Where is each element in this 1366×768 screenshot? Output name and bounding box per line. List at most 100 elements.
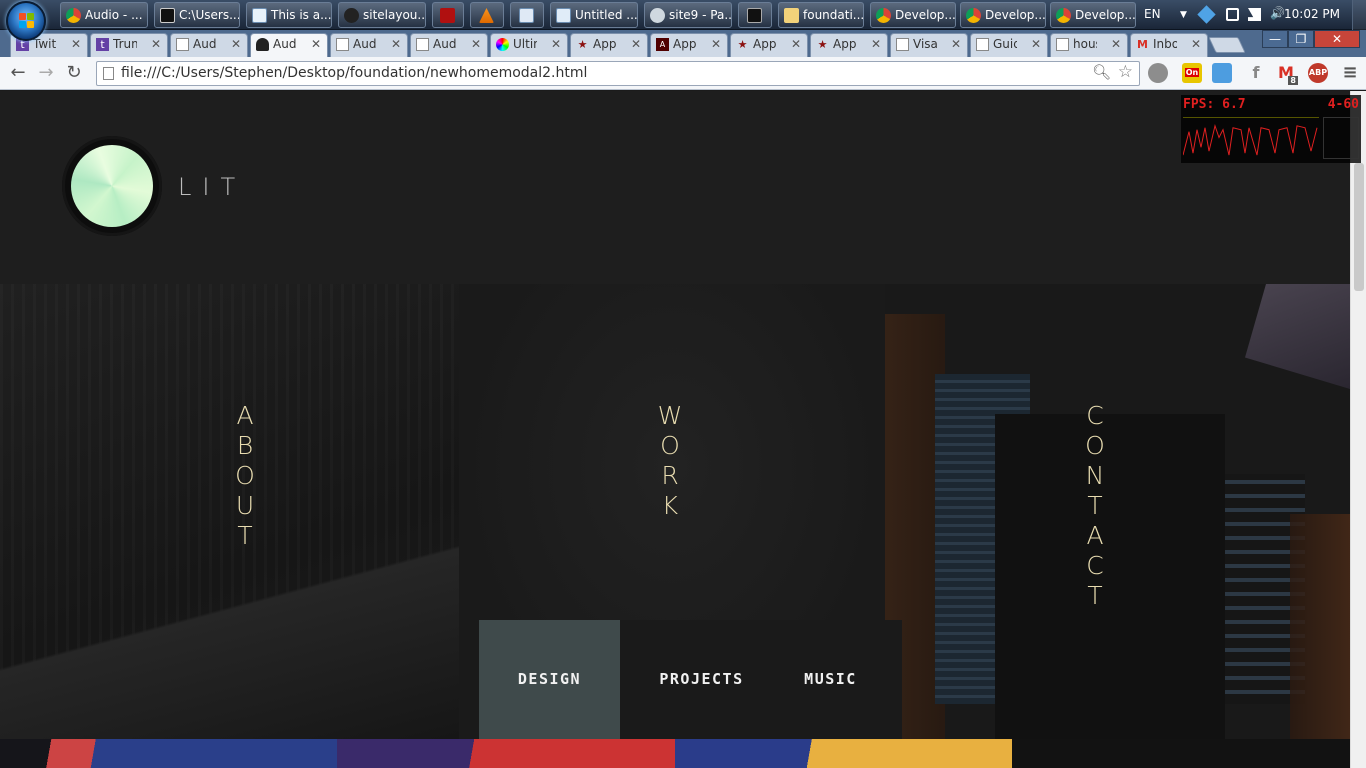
bookmark-star-icon[interactable]: ☆ (1118, 62, 1133, 82)
taskbar-item-filezilla[interactable] (432, 2, 464, 28)
close-tab-icon[interactable]: ✕ (311, 34, 321, 55)
nav-contact[interactable]: CONTACT (1080, 401, 1110, 611)
url-text[interactable]: file:///C:/Users/Stephen/Desktop/foundat… (121, 65, 587, 81)
taskbar-item-chrome-audio[interactable]: Audio - ... (60, 2, 148, 28)
fps-meter: FPS: 6.7 4-60 (1181, 95, 1361, 163)
tab-visa[interactable]: Visa ✕ (890, 33, 968, 57)
page-scrollbar[interactable] (1350, 91, 1366, 768)
page-icon (976, 38, 989, 51)
gallery-tile[interactable] (0, 739, 337, 768)
taskbar-item-devtools-1[interactable]: Develop... (870, 2, 956, 28)
tab-apply-2[interactable]: AAppl✕ (650, 33, 728, 57)
star-on-extension-icon[interactable]: On (1182, 63, 1202, 83)
taskbar-item-devtools-2[interactable]: Develop... (960, 2, 1046, 28)
tab-audio-active[interactable]: Audi✕ (250, 33, 328, 57)
start-button[interactable] (6, 1, 46, 41)
tab-audio-1[interactable]: Audi✕ (170, 33, 248, 57)
taskbar-item-folder[interactable]: foundati... (778, 2, 864, 28)
facebook-icon[interactable]: f (1246, 63, 1266, 83)
taskbar-item-vlc[interactable] (470, 2, 504, 28)
tab-ultimate[interactable]: Ultim✕ (490, 33, 568, 57)
new-tab-button[interactable] (1208, 37, 1246, 53)
close-tab-icon[interactable]: ✕ (951, 34, 961, 55)
restore-button[interactable]: ❐ (1288, 30, 1314, 48)
reload-icon[interactable]: ↻ (62, 61, 86, 85)
taskbar-item-cmd[interactable]: C:\Users... (154, 2, 240, 28)
close-tab-icon[interactable]: ✕ (1111, 34, 1121, 55)
zoom-icon[interactable]: 🔍︎ (1092, 63, 1111, 81)
back-icon[interactable]: ← (6, 61, 30, 85)
volume-icon[interactable]: 🔊 (1270, 6, 1285, 20)
subnav-music[interactable]: MUSIC (783, 620, 878, 739)
tab-twitch-2[interactable]: tTrum✕ (90, 33, 168, 57)
tab-house[interactable]: hous✕ (1050, 33, 1128, 57)
cmd-icon (160, 8, 175, 23)
subnav-projects[interactable]: PROJECTS (620, 620, 783, 739)
nav-work[interactable]: WORK (655, 401, 685, 521)
chrome-menu-icon[interactable]: ≡ (1340, 63, 1360, 83)
close-tab-icon[interactable]: ✕ (151, 34, 161, 55)
page-icon (1056, 38, 1069, 51)
taskbar-item-devtools-3[interactable]: Develop... (1050, 2, 1136, 28)
taskbar-item-inkscape[interactable]: sitelayou... (338, 2, 426, 28)
fps-graph (1183, 117, 1319, 156)
nav-about[interactable]: ABOUT (230, 401, 260, 551)
tray-expand-icon[interactable]: ▼ (1180, 10, 1193, 23)
close-tab-icon[interactable]: ✕ (871, 34, 881, 55)
close-window-button[interactable]: ✕ (1314, 30, 1360, 48)
star-icon: ★ (737, 38, 748, 51)
taskbar-item-console[interactable] (738, 2, 772, 28)
globe-extension-icon[interactable] (1148, 63, 1168, 83)
windows-logo-icon (19, 13, 35, 29)
usb-device-icon[interactable] (1226, 8, 1239, 21)
work-subnav: DESIGN PROJECTS MUSIC (479, 620, 902, 739)
close-tab-icon[interactable]: ✕ (231, 34, 241, 55)
tab-guide[interactable]: Guid✕ (970, 33, 1048, 57)
logo-orb-icon (71, 145, 153, 227)
clock[interactable]: 10:02 PM (1284, 7, 1340, 21)
chrome-icon (876, 8, 891, 23)
language-indicator[interactable]: EN (1144, 7, 1161, 21)
site-name[interactable]: LIT (178, 173, 246, 201)
minimize-button[interactable]: — (1262, 30, 1288, 48)
gallery-tile[interactable] (675, 739, 1012, 768)
tab-apply-4[interactable]: ★Appl✕ (810, 33, 888, 57)
tab-apply-1[interactable]: ★Appl✕ (570, 33, 648, 57)
close-tab-icon[interactable]: ✕ (791, 34, 801, 55)
tab-audio-4[interactable]: Audi✕ (410, 33, 488, 57)
forward-icon[interactable]: → (34, 61, 58, 85)
close-tab-icon[interactable]: ✕ (1191, 34, 1201, 55)
tab-audio-3[interactable]: Audi✕ (330, 33, 408, 57)
tab-inbox[interactable]: M Inbo ✕ (1130, 33, 1208, 57)
page-icon (896, 38, 909, 51)
close-tab-icon[interactable]: ✕ (71, 34, 81, 55)
network-icon[interactable] (1248, 8, 1261, 21)
gallery-tile[interactable] (1012, 739, 1350, 768)
taskbar-item-paint-site9[interactable]: site9 - Pa... (644, 2, 732, 28)
dropbox-icon[interactable] (1197, 5, 1216, 24)
contact-photo-curtain-right (1290, 514, 1350, 739)
site-logo[interactable] (62, 136, 162, 236)
taskbar-item-document[interactable] (510, 2, 544, 28)
taskbar-item-notepad[interactable]: This is a... (246, 2, 332, 28)
close-tab-icon[interactable]: ✕ (391, 34, 401, 55)
adblock-plus-icon[interactable]: ABP (1308, 63, 1328, 83)
scrollbar-thumb[interactable] (1354, 163, 1364, 291)
close-tab-icon[interactable]: ✕ (711, 34, 721, 55)
soundcloud-icon (256, 38, 269, 51)
show-desktop-button[interactable] (1352, 0, 1366, 30)
tab-apply-3[interactable]: ★Appl✕ (730, 33, 808, 57)
contact-panel[interactable] (885, 284, 1350, 739)
chrome-icon (66, 8, 81, 23)
close-tab-icon[interactable]: ✕ (631, 34, 641, 55)
taskbar-item-paint-untitled[interactable]: Untitled ... (550, 2, 638, 28)
close-tab-icon[interactable]: ✕ (551, 34, 561, 55)
close-tab-icon[interactable]: ✕ (471, 34, 481, 55)
close-tab-icon[interactable]: ✕ (1031, 34, 1041, 55)
address-bar[interactable]: file:///C:/Users/Stephen/Desktop/foundat… (96, 61, 1140, 86)
paint-palette-icon (650, 8, 665, 23)
cloud-extension-icon[interactable] (1212, 63, 1232, 83)
gallery-tile[interactable] (337, 739, 675, 768)
subnav-design[interactable]: DESIGN (479, 620, 620, 739)
gmail-checker-icon[interactable]: M8 (1276, 63, 1298, 85)
